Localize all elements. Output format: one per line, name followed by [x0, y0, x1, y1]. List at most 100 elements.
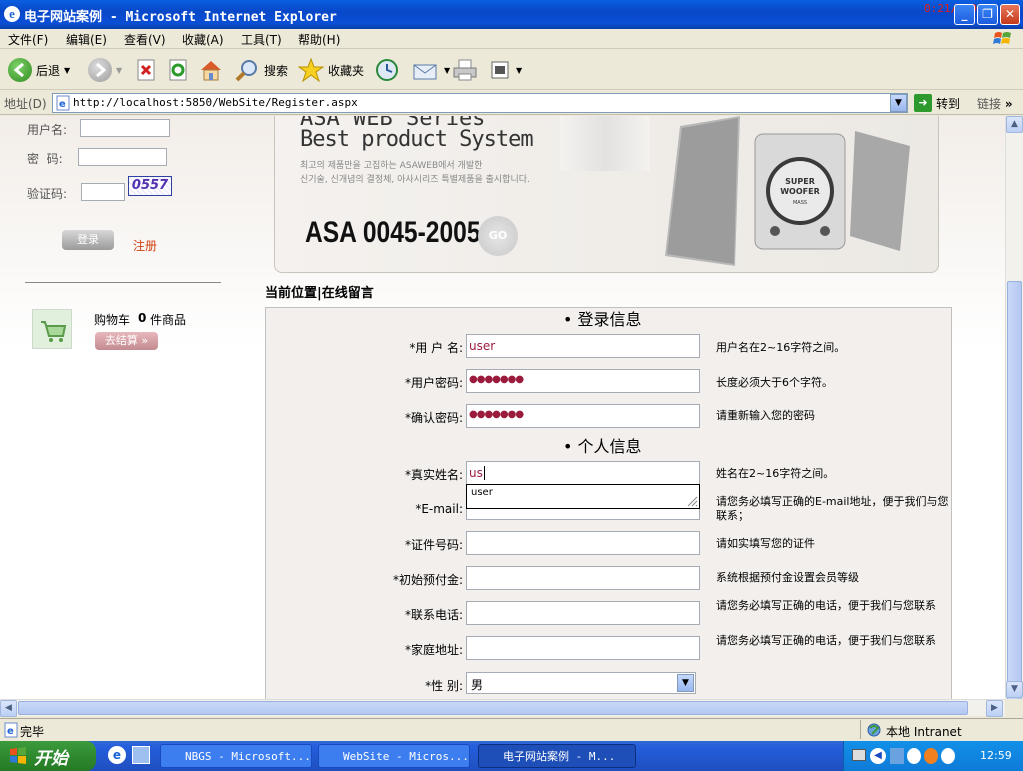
menu-view[interactable]: 查看(V) — [124, 31, 166, 48]
id-number-input[interactable] — [466, 531, 700, 555]
scroll-up-button[interactable]: ▲ — [1006, 116, 1023, 133]
home-button[interactable] — [198, 56, 224, 84]
menu-help[interactable]: 帮助(H) — [298, 31, 340, 48]
scroll-thumb[interactable] — [1007, 281, 1022, 701]
hint-phone: 请您务必填写正确的电话，便于我们与您联系 — [716, 599, 936, 612]
title-bar[interactable]: e 电子网站案例 - Microsoft Internet Explorer 0… — [0, 0, 1023, 29]
back-label: 后退 — [36, 63, 61, 78]
qq-icon-2[interactable] — [941, 748, 955, 764]
task-nbgs[interactable]: NBGS - Microsoft... — [160, 744, 312, 768]
cart-icon-box — [32, 309, 72, 349]
checkout-button[interactable]: 去结算 » — [95, 332, 158, 350]
menu-favorites[interactable]: 收藏(A) — [182, 31, 224, 48]
banner-model: ASA 0045-2005 — [305, 216, 481, 249]
tray-collapse-icon[interactable]: ◀ — [870, 748, 886, 764]
divider — [25, 282, 221, 283]
horizontal-scrollbar[interactable]: ◀ ▶ — [0, 699, 1005, 717]
mail-button[interactable]: ▼ — [412, 56, 450, 84]
hint-prepay: 系统根据预付金设置会员等级 — [716, 571, 859, 584]
field-label-email: *E-mail: — [415, 502, 463, 516]
password-input[interactable]: ●●●●●●● — [466, 369, 700, 393]
task-website-label: WebSite - Micros... — [343, 750, 469, 763]
autocomplete-item[interactable]: user — [471, 487, 493, 498]
vertical-scrollbar[interactable]: ▲ ▼ — [1005, 116, 1023, 701]
qq-icon[interactable] — [907, 748, 921, 764]
windows-flag-icon — [10, 747, 26, 764]
confirm-password-value: ●●●●●●● — [469, 409, 524, 420]
search-label: 搜索 — [264, 63, 289, 78]
print-button[interactable] — [452, 56, 478, 84]
back-button[interactable]: 后退 ▼ — [8, 56, 70, 84]
forward-button[interactable]: ▼ — [88, 56, 122, 84]
stop-button[interactable] — [136, 56, 158, 84]
task-ecommerce[interactable]: 电子网站案例 - M... — [478, 744, 636, 768]
scroll-down-button[interactable]: ▼ — [1006, 681, 1023, 698]
hint-username: 用户名在2~16字符之间。 — [716, 341, 846, 354]
field-label-username: *用 户 名: — [409, 341, 463, 355]
start-button[interactable]: 开始 — [0, 741, 96, 771]
hscroll-thumb[interactable] — [18, 701, 968, 715]
realname-input[interactable]: us — [466, 461, 700, 485]
page-icon: e — [56, 95, 70, 111]
svg-text:e: e — [59, 99, 66, 110]
scroll-corner — [1005, 699, 1023, 716]
prepay-input[interactable] — [466, 566, 700, 590]
keyboard-icon[interactable] — [852, 749, 866, 761]
field-label-address: *家庭地址: — [404, 643, 463, 657]
hint-id-number: 请如实填写您的证件 — [716, 537, 815, 550]
phone-input[interactable] — [466, 601, 700, 625]
gender-value: 男 — [471, 678, 484, 692]
login-button[interactable]: 登录 — [62, 230, 114, 250]
menu-file[interactable]: 文件(F) — [8, 31, 48, 48]
username-input[interactable]: user — [466, 334, 700, 358]
search-button[interactable]: 搜索 — [234, 56, 288, 84]
resize-grip-icon[interactable] — [686, 495, 698, 507]
confirm-password-input[interactable]: ●●●●●●● — [466, 404, 700, 428]
login-username-input[interactable] — [80, 119, 170, 137]
status-text: 完毕 — [20, 725, 45, 739]
favorites-button[interactable]: 收藏夹 — [298, 56, 364, 84]
forward-arrow-icon — [88, 58, 112, 82]
chevron-down-icon[interactable]: ▼ — [677, 674, 694, 692]
task-nbgs-label: NBGS - Microsoft... — [185, 750, 311, 763]
scroll-left-button[interactable]: ◀ — [0, 700, 17, 717]
refresh-button[interactable] — [168, 56, 190, 84]
task-website[interactable]: WebSite - Micros... — [318, 744, 470, 768]
banner-go-button[interactable]: GO — [478, 216, 518, 256]
shopping-cart-icon — [41, 321, 67, 342]
task-ecommerce-label: 电子网站案例 - M... — [503, 750, 616, 763]
links-button[interactable]: 链接 » — [977, 95, 1013, 112]
network-icon[interactable] — [890, 748, 904, 764]
history-icon — [376, 59, 398, 81]
gender-select[interactable]: 男 ▼ — [466, 672, 696, 694]
address-dropdown-button[interactable]: ▼ — [890, 94, 907, 112]
intranet-globe-icon — [867, 723, 881, 737]
maximize-button[interactable]: ❐ — [977, 4, 998, 25]
menu-bar: 文件(F) 编辑(E) 查看(V) 收藏(A) 工具(T) 帮助(H) — [0, 29, 1023, 49]
edit-page-icon — [491, 61, 509, 79]
close-button[interactable]: ✕ — [1000, 4, 1020, 25]
banner[interactable]: ASA WEB Series Best product System 최고의 제… — [274, 116, 939, 273]
go-button[interactable]: ➜ 转到 — [914, 94, 960, 112]
menu-tools[interactable]: 工具(T) — [241, 31, 282, 48]
history-button[interactable] — [374, 56, 400, 84]
minimize-button[interactable]: _ — [954, 4, 975, 25]
login-password-input[interactable] — [78, 148, 167, 166]
refresh-icon — [169, 59, 187, 81]
go-arrow-icon: ➜ — [914, 94, 932, 112]
section-login-info: • 登录信息 — [563, 310, 642, 329]
autocomplete-dropdown[interactable]: user — [466, 484, 700, 509]
field-label-phone: *联系电话: — [404, 608, 463, 622]
hint-confirm-password: 请重新输入您的密码 — [716, 409, 815, 422]
scroll-right-button[interactable]: ▶ — [986, 700, 1003, 717]
captcha-image[interactable]: 0557 — [128, 176, 172, 196]
edit-button[interactable]: ▼ — [490, 56, 522, 84]
ie-launch-icon[interactable]: e — [108, 746, 126, 764]
captcha-input[interactable] — [81, 183, 125, 201]
menu-edit[interactable]: 编辑(E) — [66, 31, 107, 48]
app-tray-icon[interactable] — [924, 748, 938, 764]
address-input[interactable] — [466, 636, 700, 660]
register-link[interactable]: 注册 — [133, 237, 157, 254]
show-desktop-icon[interactable] — [132, 746, 150, 764]
password-label: 密 码: — [27, 152, 63, 166]
